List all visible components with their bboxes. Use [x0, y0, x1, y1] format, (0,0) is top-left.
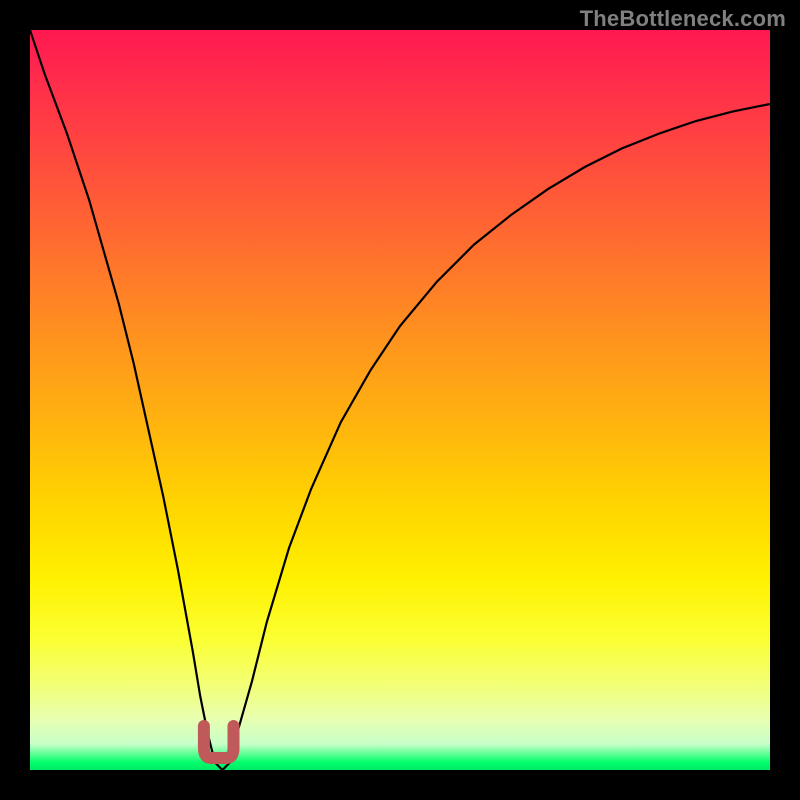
watermark-text: TheBottleneck.com: [580, 6, 786, 32]
chart-frame: TheBottleneck.com: [0, 0, 800, 800]
curve-path: [30, 30, 770, 770]
valley-marker-icon: [204, 726, 234, 758]
bottleneck-curve: [30, 30, 770, 770]
plot-area: [30, 30, 770, 770]
